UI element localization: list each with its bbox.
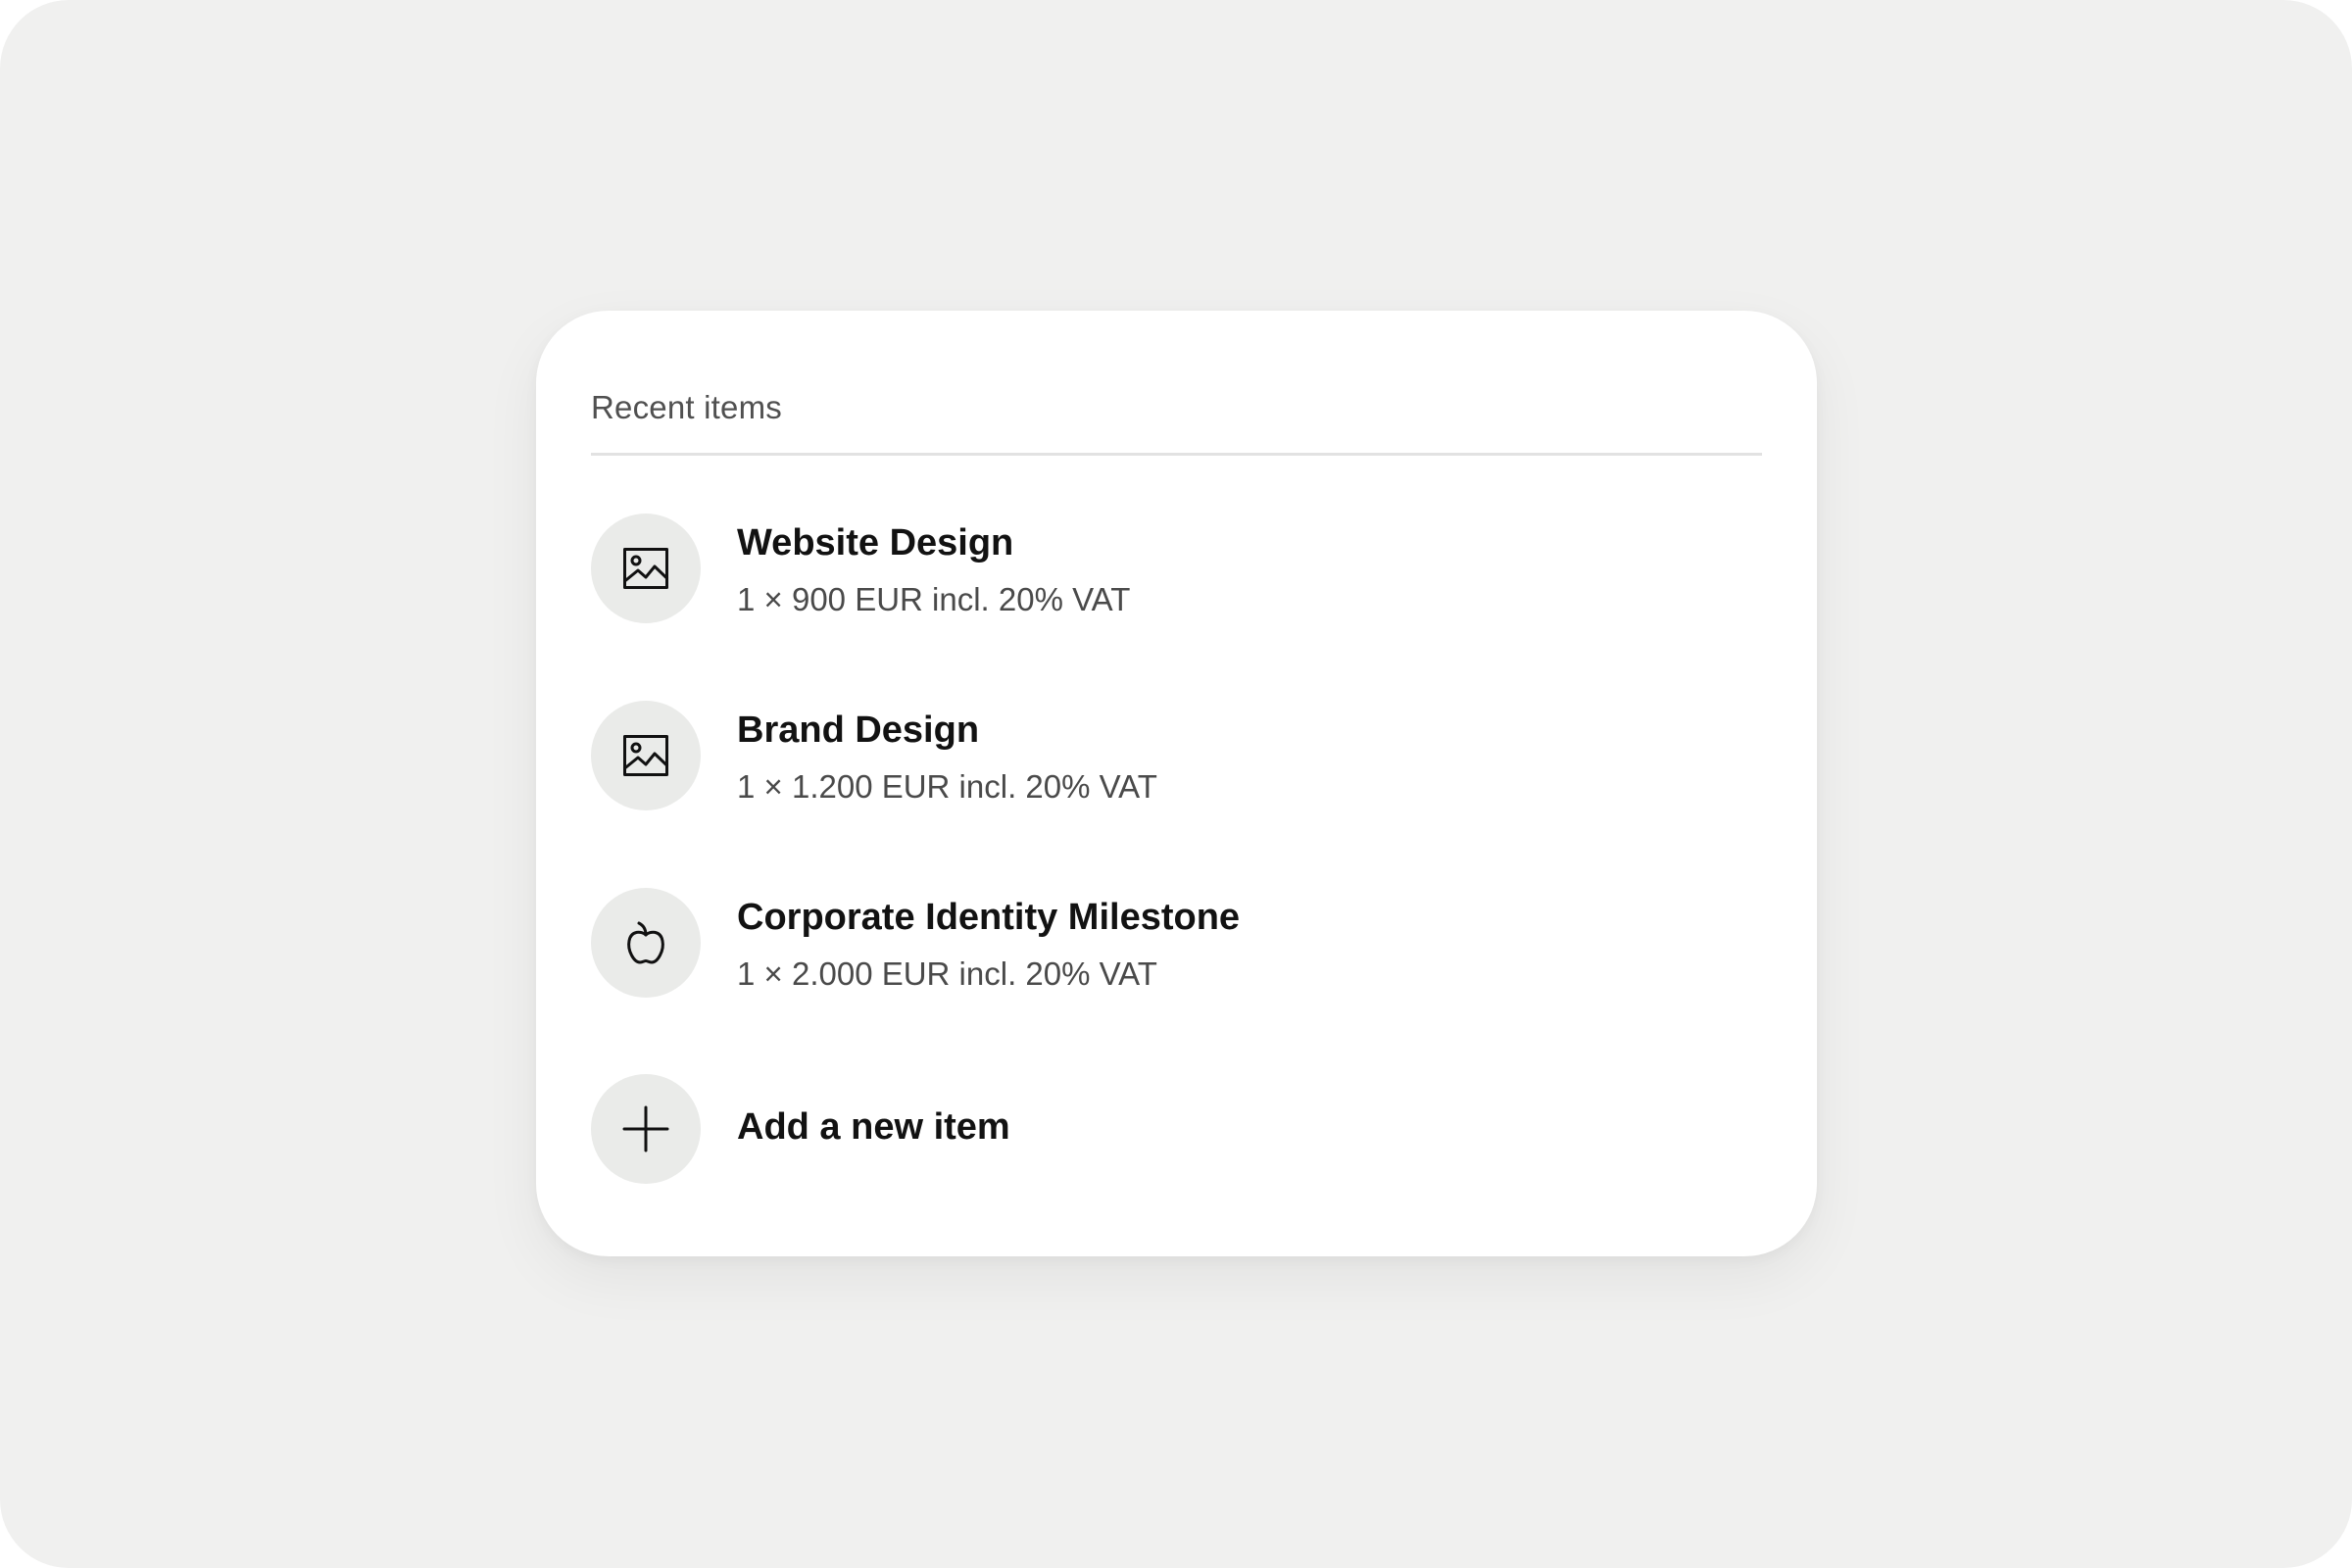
image-icon <box>623 548 668 589</box>
item-title: Brand Design <box>737 710 980 751</box>
add-new-item-label: Add a new item <box>737 1106 1010 1148</box>
image-icon <box>623 735 668 776</box>
add-icon-container <box>591 1074 701 1184</box>
list-item-brand-design[interactable]: Brand Design 1 × 1.200 EUR incl. 20% VAT <box>591 701 1762 810</box>
apple-icon <box>627 921 664 964</box>
list-item-corporate-identity-milestone[interactable]: Corporate Identity Milestone 1 × 2.000 E… <box>591 888 1762 998</box>
item-icon-container <box>591 888 701 998</box>
page-background: Recent items Website Design 1 × 900 EUR … <box>0 0 2352 1568</box>
list-item-website-design[interactable]: Website Design 1 × 900 EUR incl. 20% VAT <box>591 514 1762 623</box>
section-title: Recent items <box>591 389 782 425</box>
item-price: 1 × 2.000 EUR incl. 20% VAT <box>737 956 1157 992</box>
item-title: Website Design <box>737 522 1014 564</box>
plus-icon <box>622 1105 669 1152</box>
item-title: Corporate Identity Milestone <box>737 897 1241 938</box>
section-divider <box>591 453 1762 456</box>
item-icon-container <box>591 514 701 623</box>
item-price: 1 × 900 EUR incl. 20% VAT <box>737 581 1131 617</box>
item-price: 1 × 1.200 EUR incl. 20% VAT <box>737 768 1157 805</box>
recent-items-card: Recent items Website Design 1 × 900 EUR … <box>536 311 1817 1256</box>
item-icon-container <box>591 701 701 810</box>
add-new-item-button[interactable]: Add a new item <box>591 1074 1762 1184</box>
